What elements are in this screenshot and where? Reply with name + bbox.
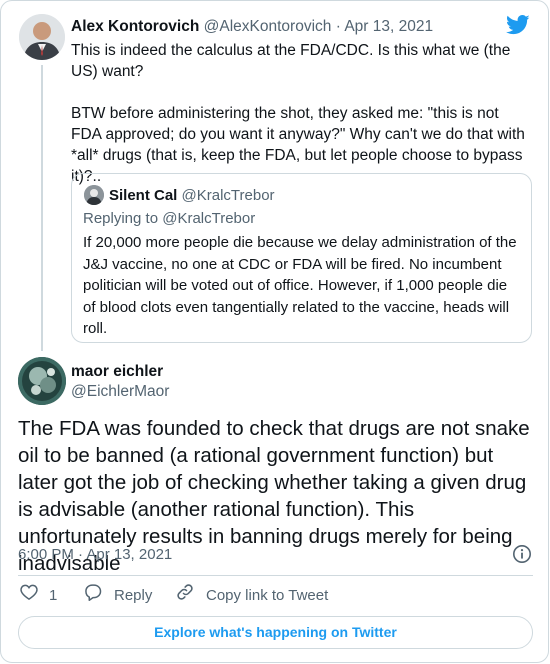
replying-to: Replying to @KralcTrebor [83, 210, 256, 227]
divider [18, 575, 533, 576]
author-name: Silent Cal [109, 187, 178, 204]
explore-twitter-button[interactable]: Explore what's happening on Twitter [18, 616, 533, 649]
avatar [84, 185, 104, 205]
avatar[interactable] [19, 14, 65, 60]
tweet-embed-card: Alex Kontorovich @AlexKontorovich · Apr … [0, 0, 549, 663]
author-name[interactable]: maor eichler [71, 362, 163, 382]
thread-connector-line [41, 65, 43, 351]
avatar[interactable] [18, 357, 66, 405]
info-icon[interactable] [512, 544, 532, 564]
reply-label: Reply [114, 587, 153, 604]
twitter-bird-icon[interactable] [506, 15, 530, 35]
like-count: 1 [49, 587, 58, 604]
tweet-timestamp[interactable]: 6:00 PM · Apr 13, 2021 [18, 545, 172, 565]
like-button[interactable] [19, 584, 39, 608]
link-icon [175, 582, 195, 610]
copy-link-button[interactable]: Copy link to Tweet [175, 584, 328, 608]
author-handle[interactable]: @AlexKontorovich [204, 18, 332, 35]
heart-icon [19, 582, 39, 610]
parent-tweet-header: Alex Kontorovich @AlexKontorovich · Apr … [71, 17, 433, 37]
speech-bubble-icon [83, 582, 103, 610]
parent-tweet-text: This is indeed the calculus at the FDA/C… [71, 42, 525, 185]
author-name[interactable]: Alex Kontorovich [71, 18, 199, 35]
quoted-tweet-header: Silent Cal @KralcTrebor [109, 186, 275, 206]
copy-link-label: Copy link to Tweet [206, 587, 329, 604]
author-handle: @KralcTrebor [181, 187, 275, 204]
reply-button[interactable]: Reply [83, 584, 152, 608]
quoted-tweet[interactable]: Silent Cal @KralcTrebor Replying to @Kra… [71, 173, 532, 343]
header-separator: · [335, 18, 341, 35]
tweet-date[interactable]: Apr 13, 2021 [344, 18, 433, 35]
author-handle[interactable]: @EichlerMaor [71, 382, 169, 402]
quoted-tweet-text: If 20,000 more people die because we del… [83, 234, 517, 337]
